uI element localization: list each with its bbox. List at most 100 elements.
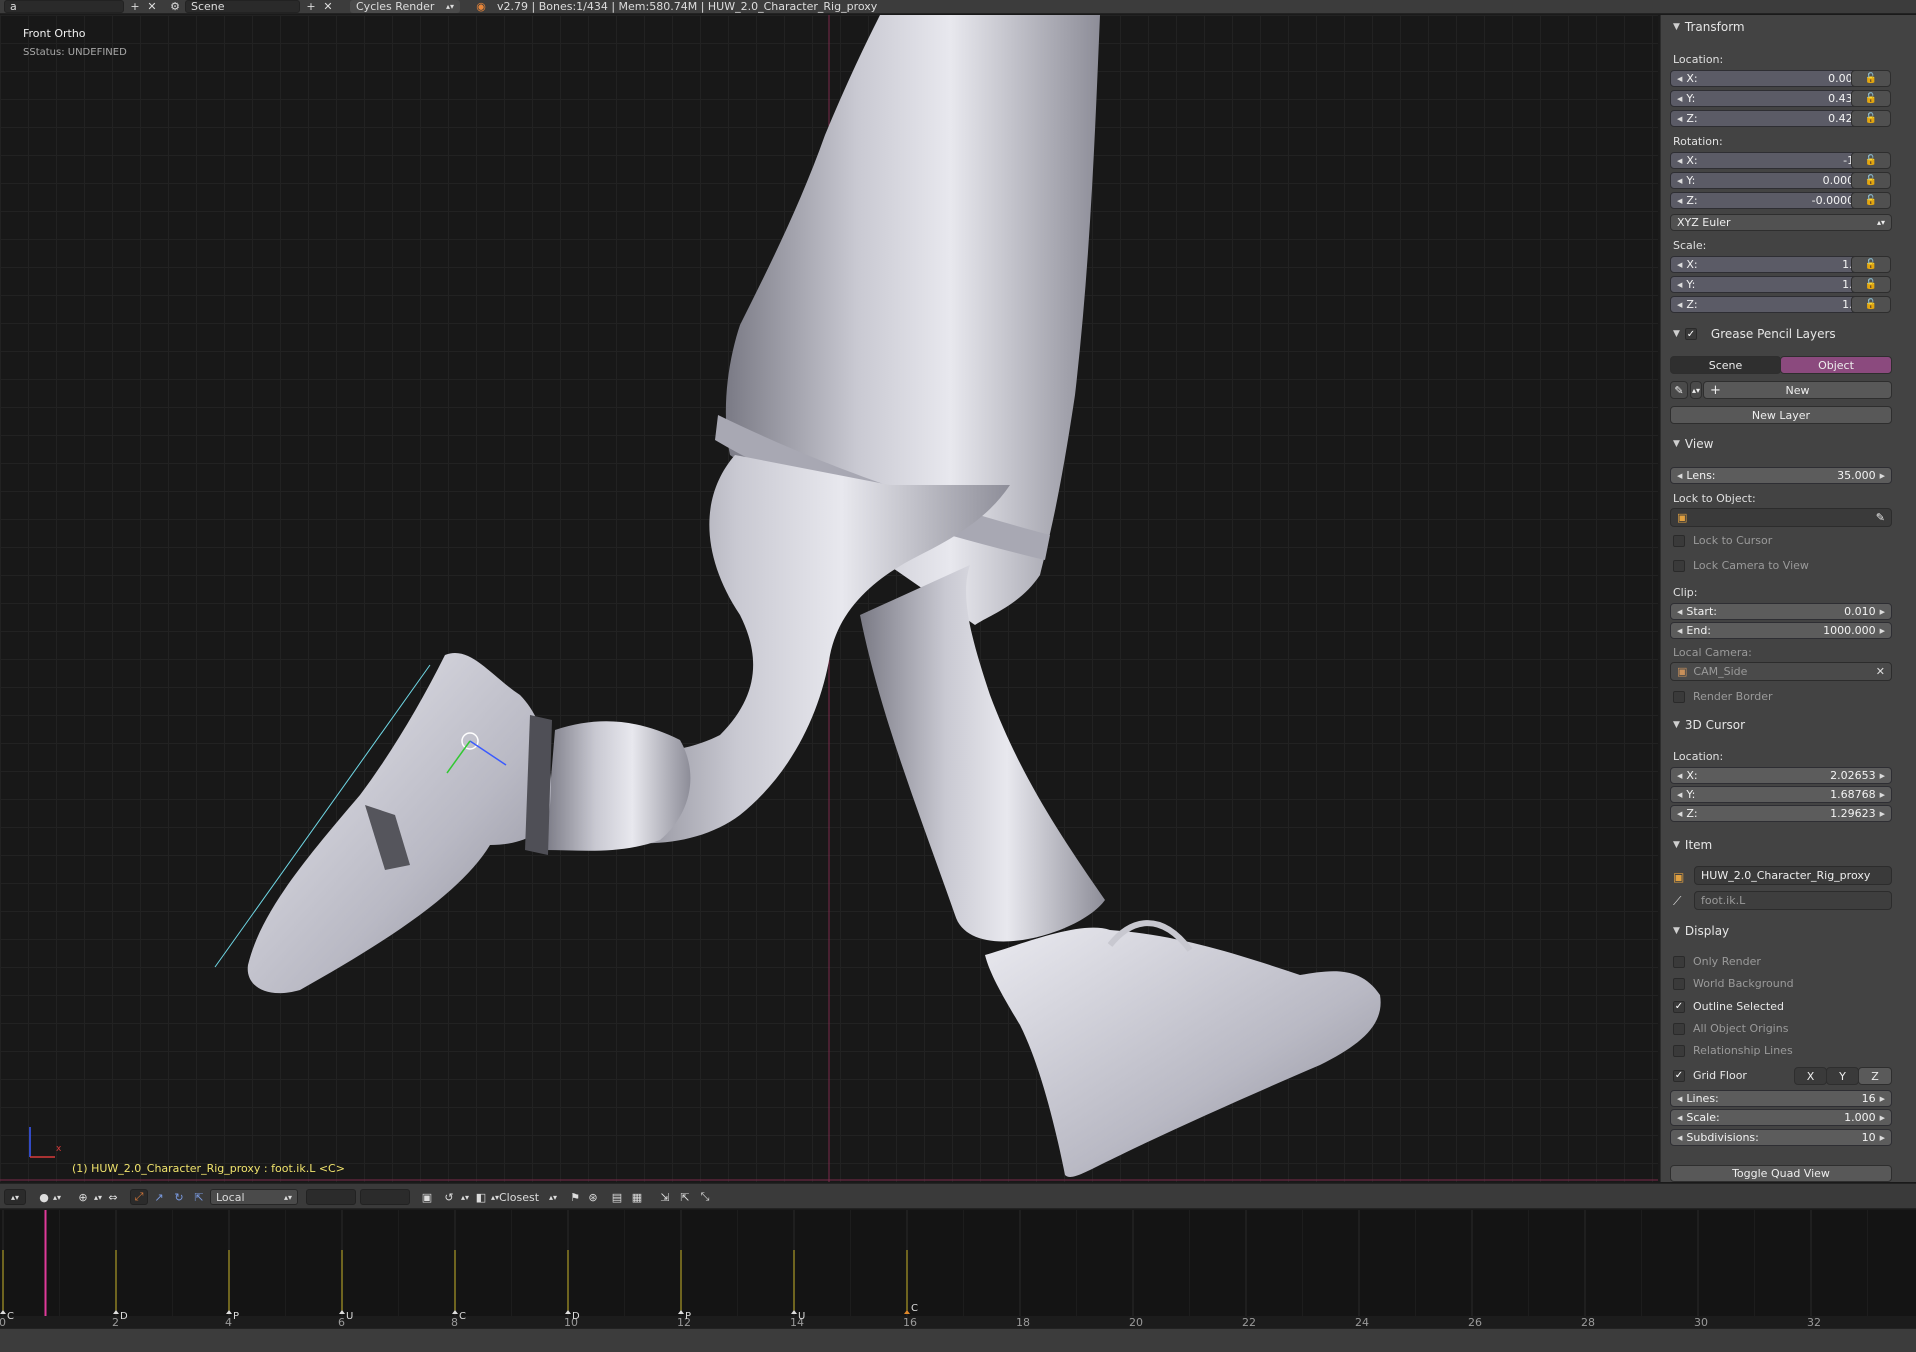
3d-cursor-panel-header[interactable]: ▼ 3D Cursor [1673, 718, 1745, 732]
close-layout-icon[interactable]: ✕ [145, 0, 159, 13]
increment-icon[interactable]: ▶ [1880, 608, 1885, 616]
snap-element-icon[interactable]: ◧ [472, 1189, 490, 1205]
pivot-point-icon[interactable]: ⊕ [74, 1189, 92, 1205]
lock-scale-z-icon[interactable]: 🔓 [1851, 296, 1891, 313]
view-panel-header[interactable]: ▼ View [1673, 437, 1713, 451]
copy-pose-icon[interactable]: ⇲ [656, 1189, 674, 1205]
translate-manipulator-icon[interactable]: ⤢ [130, 1189, 148, 1205]
layer-buttons-group-1[interactable] [306, 1189, 356, 1205]
lock-camera-to-view-checkbox[interactable]: Lock Camera to View [1673, 559, 1809, 572]
clip-end-field[interactable]: ◀ End: 1000.000 ▶ [1670, 622, 1892, 639]
increment-icon[interactable]: ▶ [1880, 791, 1885, 799]
lock-scale-y-icon[interactable]: 🔓 [1851, 276, 1891, 293]
item-bone-name-field[interactable]: foot.ik.L [1694, 891, 1892, 910]
grease-pencil-new-button[interactable]: + New [1703, 381, 1892, 399]
display-panel-header[interactable]: ▼ Display [1673, 924, 1729, 938]
outline-selected-checkbox[interactable]: ✓ Outline Selected [1673, 1000, 1784, 1013]
grease-pencil-checkbox[interactable]: ✓ [1684, 328, 1705, 340]
new-layer-button[interactable]: New Layer [1670, 406, 1892, 424]
timeline-canvas[interactable]: 0 2 4 6 8 10 12 14 16 18 20 22 24 26 28 30 32C D P U C D P UC [0, 1210, 1916, 1328]
cursor-x-field[interactable]: ◀ X: 2.02653 ▶ [1670, 767, 1892, 784]
increment-icon[interactable]: ▶ [1880, 810, 1885, 818]
decrement-icon[interactable]: ◀ [1677, 608, 1682, 616]
decrement-icon[interactable]: ◀ [1677, 810, 1682, 818]
lens-field[interactable]: ◀ Lens: 35.000 ▶ [1670, 467, 1892, 484]
3d-viewport[interactable]: x Front Ortho SStatus: UNDEFINED (1) HUW… [0, 15, 1658, 1182]
snap-project-icon[interactable]: ⊛ [584, 1189, 602, 1205]
decrement-icon[interactable]: ◀ [1677, 157, 1682, 165]
pivot-dropdown-icon[interactable]: ▴▾ [93, 1189, 103, 1205]
lock-location-x-icon[interactable]: 🔓 [1851, 70, 1891, 87]
transform-panel-header[interactable]: ▼ Transform [1673, 20, 1745, 34]
shading-dropdown-icon[interactable]: ▴▾ [52, 1189, 62, 1205]
render-engine-dropdown[interactable]: Cycles Render ▴▾ [350, 0, 460, 13]
grease-pencil-scene-tab[interactable]: Scene [1670, 356, 1781, 374]
clear-icon[interactable]: ✕ [1876, 665, 1885, 678]
close-scene-icon[interactable]: ✕ [321, 0, 335, 13]
paste-flipped-pose-icon[interactable]: ⤡ [696, 1189, 714, 1205]
snap-align-icon[interactable]: ⚑ [566, 1189, 584, 1205]
transform-orientation-dropdown[interactable]: Local ▴▾ [210, 1189, 298, 1205]
screen-layout-field[interactable]: a [4, 0, 124, 13]
decrement-icon[interactable]: ◀ [1677, 472, 1682, 480]
decrement-icon[interactable]: ◀ [1677, 772, 1682, 780]
grid-floor-checkbox[interactable]: ✓ Grid Floor [1673, 1069, 1747, 1082]
decrement-icon[interactable]: ◀ [1677, 115, 1682, 123]
lock-location-z-icon[interactable]: 🔓 [1851, 110, 1891, 127]
increment-icon[interactable]: ▶ [1880, 472, 1885, 480]
decrement-icon[interactable]: ◀ [1677, 1114, 1682, 1122]
render-border-checkbox[interactable]: Render Border [1673, 690, 1773, 703]
solid-shading-icon[interactable]: ● [36, 1189, 52, 1205]
manipulator-toggle-icon[interactable]: ⇔ [104, 1189, 122, 1205]
lock-scale-x-icon[interactable]: 🔓 [1851, 256, 1891, 273]
clip-start-field[interactable]: ◀ Start: 0.010 ▶ [1670, 603, 1892, 620]
decrement-icon[interactable]: ◀ [1677, 1134, 1682, 1142]
add-layout-icon[interactable]: + [128, 0, 142, 13]
toggle-quad-view-button[interactable]: Toggle Quad View [1670, 1165, 1892, 1182]
lock-rotation-z-icon[interactable]: 🔓 [1851, 192, 1891, 209]
rotate-manipulator-icon[interactable]: ↻ [170, 1189, 188, 1205]
decrement-icon[interactable]: ◀ [1677, 627, 1682, 635]
pencil-icon[interactable]: ✎ [1670, 381, 1688, 399]
all-object-origins-checkbox[interactable]: All Object Origins [1673, 1022, 1788, 1035]
world-background-checkbox[interactable]: World Background [1673, 977, 1794, 990]
increment-icon[interactable]: ▶ [1880, 1095, 1885, 1103]
add-scene-icon[interactable]: + [304, 0, 318, 13]
grid-axis-x-toggle[interactable]: X [1794, 1067, 1827, 1085]
move-manipulator-icon[interactable]: ↗ [150, 1189, 168, 1205]
decrement-icon[interactable]: ◀ [1677, 1095, 1682, 1103]
relationship-lines-checkbox[interactable]: Relationship Lines [1673, 1044, 1793, 1057]
timeline-editor[interactable]: 0 2 4 6 8 10 12 14 16 18 20 22 24 26 28 30 32 C D P U C D P U C [0, 1210, 1916, 1328]
decrement-icon[interactable]: ◀ [1677, 177, 1682, 185]
datablock-arrows-icon[interactable]: ▴▾ [1690, 381, 1702, 399]
opengl-anim-icon[interactable]: ▦ [628, 1189, 646, 1205]
proportional-dropdown-icon[interactable]: ▴▾ [460, 1189, 470, 1205]
item-panel-header[interactable]: ▼ Item [1673, 838, 1712, 852]
lock-rotation-x-icon[interactable]: 🔓 [1851, 152, 1891, 169]
decrement-icon[interactable]: ◀ [1677, 301, 1682, 309]
grid-axis-z-toggle[interactable]: Z [1858, 1067, 1892, 1085]
increment-icon[interactable]: ▶ [1880, 627, 1885, 635]
decrement-icon[interactable]: ◀ [1677, 95, 1682, 103]
only-render-checkbox[interactable]: Only Render [1673, 955, 1761, 968]
grid-axis-y-toggle[interactable]: Y [1826, 1067, 1859, 1085]
increment-icon[interactable]: ▶ [1880, 1114, 1885, 1122]
lock-rotation-y-icon[interactable]: 🔓 [1851, 172, 1891, 189]
decrement-icon[interactable]: ◀ [1677, 261, 1682, 269]
grid-scale-field[interactable]: ◀ Scale: 1.000 ▶ [1670, 1109, 1892, 1126]
opengl-render-icon[interactable]: ▤ [608, 1189, 626, 1205]
paste-pose-icon[interactable]: ⇱ [676, 1189, 694, 1205]
lock-to-cursor-checkbox[interactable]: Lock to Cursor [1673, 534, 1772, 547]
decrement-icon[interactable]: ◀ [1677, 197, 1682, 205]
lock-to-object-field[interactable]: ▣ ✎ [1670, 508, 1892, 527]
decrement-icon[interactable]: ◀ [1677, 75, 1682, 83]
eyedropper-icon[interactable]: ✎ [1876, 511, 1885, 524]
item-object-name-field[interactable]: HUW_2.0_Character_Rig_proxy [1694, 866, 1892, 885]
cursor-y-field[interactable]: ◀ Y: 1.68768 ▶ [1670, 786, 1892, 803]
scale-manipulator-icon[interactable]: ⇱ [190, 1189, 208, 1205]
grease-pencil-panel-header[interactable]: ▼ ✓ Grease Pencil Layers [1673, 327, 1836, 341]
grease-pencil-object-tab[interactable]: Object [1780, 356, 1892, 374]
rotation-mode-dropdown[interactable]: XYZ Euler ▴▾ [1670, 214, 1892, 231]
lock-layers-icon[interactable]: ▣ [418, 1189, 436, 1205]
increment-icon[interactable]: ▶ [1880, 1134, 1885, 1142]
